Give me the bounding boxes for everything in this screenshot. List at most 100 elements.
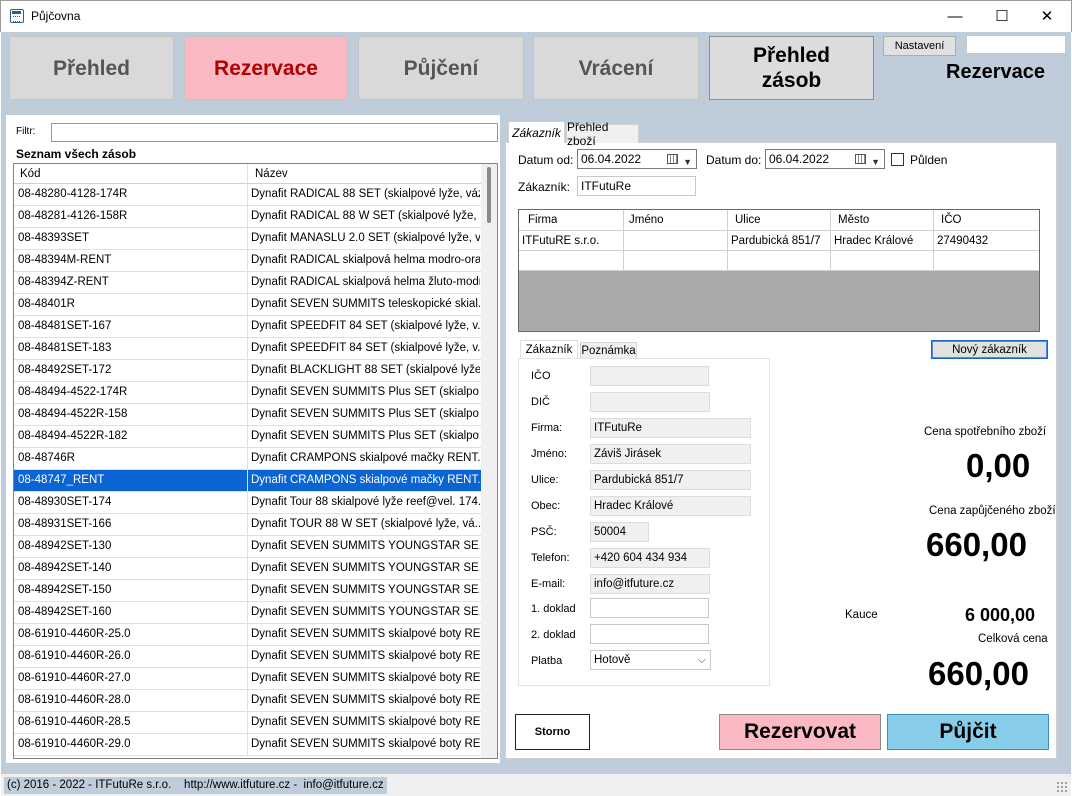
stock-scrollbar[interactable] [481, 164, 497, 758]
nav-vraceni-button[interactable]: Vrácení [533, 36, 699, 100]
stock-code-cell: 08-48942SET-130 [18, 540, 112, 552]
column-header-kod[interactable]: Kód [20, 164, 40, 184]
column-separator [247, 712, 248, 733]
stock-code-cell: 08-48942SET-150 [18, 584, 112, 596]
column-header-jmeno[interactable]: Jméno [629, 210, 664, 230]
nav-pujceni-button[interactable]: Půjčení [358, 36, 524, 100]
customer-cell: ITFutuRe [522, 255, 570, 267]
stock-row[interactable]: 08-48394M-RENT Dynafit RADICAL skialpová … [14, 250, 482, 272]
ulice-field[interactable]: Pardubická 851/7 [590, 470, 751, 490]
stock-code-cell: 08-61910-4460R-28.5 [18, 716, 131, 728]
stock-name-cell: Dynafit CRAMPONS skialpové mačky RENT... [251, 452, 480, 464]
stock-row[interactable]: 08-48494-4522R-182 Dynafit SEVEN SUMMITS … [14, 426, 482, 448]
stock-row[interactable]: 08-61910-4460R-28.5 Dynafit SEVEN SUMMITS… [14, 712, 482, 734]
nav-prehled-zasob-line2: zásob [761, 69, 822, 92]
nav-prehled-button[interactable]: Přehled [9, 36, 174, 100]
column-header-nazev[interactable]: Název [255, 164, 288, 184]
stock-code-cell: 08-48281-4126-158R [18, 210, 128, 222]
ico-field[interactable] [590, 366, 709, 386]
doklad1-input[interactable] [590, 598, 709, 618]
stock-scrollbar-thumb[interactable] [487, 167, 491, 223]
column-separator [247, 164, 248, 183]
stock-row[interactable]: 08-48280-4128-174R Dynafit RADICAL 88 SET… [14, 184, 482, 206]
doklad2-input[interactable] [590, 624, 709, 644]
stock-row[interactable]: 08-48394Z-RENT Dynafit RADICAL skialpová … [14, 272, 482, 294]
psc-field[interactable]: 50004 [590, 522, 649, 542]
column-header-firma[interactable]: Firma [528, 210, 557, 230]
close-button[interactable]: ✕ [1024, 0, 1070, 32]
halfday-checkbox[interactable] [891, 153, 904, 166]
nav-prehled-zasob-button[interactable]: Přehled zásob [709, 36, 874, 100]
column-header-ulice[interactable]: Ulice [735, 210, 761, 230]
stock-row[interactable]: 08-61910-4460R-29.0 Dynafit SEVEN SUMMITS… [14, 734, 482, 756]
stock-row[interactable]: 08-48393SET Dynafit MANASLU 2.0 SET (skia… [14, 228, 482, 250]
resize-grip-icon[interactable] [1056, 781, 1068, 793]
customer-row[interactable]: ITFutuRE s.r.o. Pardubická 851/7 Hradec Kr… [519, 231, 1039, 251]
stock-row[interactable]: 08-48942SET-150 Dynafit SEVEN SUMMITS YOU… [14, 580, 482, 602]
halfday-label: Půlden [910, 153, 948, 167]
stock-row[interactable]: 08-48942SET-160 Dynafit SEVEN SUMMITS YOU… [14, 602, 482, 624]
column-header-ico[interactable]: IČO [941, 210, 961, 230]
nav-rezervace-button[interactable]: Rezervace [184, 36, 348, 100]
customer-row[interactable]: ITFutuRe Záviš Jirásek Pardubická 851/7 Hra… [519, 251, 1039, 271]
stock-row[interactable]: 08-48746R Dynafit CRAMPONS skialpové mačk… [14, 448, 482, 470]
stock-row[interactable]: 08-61910-4460R-25.0 Dynafit SEVEN SUMMITS… [14, 624, 482, 646]
stock-row[interactable]: 08-48931SET-166 Dynafit TOUR 88 W SET (sk… [14, 514, 482, 536]
customer-cell: ITFutuRE s.r.o. [522, 235, 600, 247]
date-from-picker[interactable]: 06.04.2022 ▼ [577, 149, 697, 169]
chevron-down-icon: ▼ [871, 157, 880, 167]
new-customer-button[interactable]: Nový zákazník [931, 340, 1048, 359]
stock-row[interactable]: 08-61910-4460R-28.0 Dynafit SEVEN SUMMITS… [14, 690, 482, 712]
customer-input[interactable]: ITFutuRe [577, 176, 696, 196]
stock-row[interactable]: 08-48481SET-183 Dynafit SPEEDFIT 84 SET (… [14, 338, 482, 360]
column-separator [247, 294, 248, 315]
stock-row[interactable]: 08-48942SET-130 Dynafit SEVEN SUMMITS YOU… [14, 536, 482, 558]
platba-select[interactable]: Hotově ⌵ [590, 650, 711, 670]
jmeno-field[interactable]: Záviš Jirásek [590, 444, 751, 464]
reserve-button[interactable]: Rezervovat [719, 714, 881, 750]
tab-zakaznik[interactable]: Zákazník [508, 121, 565, 143]
stock-row[interactable]: 08-48494-4522-174R Dynafit SEVEN SUMMITS … [14, 382, 482, 404]
stock-name-cell: Dynafit SEVEN SUMMITS skialpové boty RE.… [251, 672, 480, 684]
maximize-button[interactable]: ☐ [979, 0, 1025, 32]
stock-code-cell: 08-48492SET-172 [18, 364, 112, 376]
lend-button[interactable]: Půjčit [887, 714, 1049, 750]
stock-code-cell: 08-48942SET-140 [18, 562, 112, 574]
stock-code-cell: 08-61910-4460R-26.0 [18, 650, 131, 662]
stock-code-cell: 08-48494-4522-174R [18, 386, 128, 398]
stock-row[interactable]: 08-61910-4460R-26.0 Dynafit SEVEN SUMMITS… [14, 646, 482, 668]
settings-button[interactable]: Nastavení [883, 36, 956, 56]
stock-code-cell: 08-48393SET [18, 232, 89, 244]
filter-input[interactable] [51, 123, 498, 142]
column-separator [623, 210, 624, 230]
stock-name-cell: Dynafit SEVEN SUMMITS YOUNGSTAR SE... [251, 562, 480, 574]
stock-row[interactable]: 08-48942SET-140 Dynafit SEVEN SUMMITS YOU… [14, 558, 482, 580]
stock-row[interactable]: 08-61910-4460R-27.0 Dynafit SEVEN SUMMITS… [14, 668, 482, 690]
stock-row[interactable]: 08-48481SET-167 Dynafit SPEEDFIT 84 SET (… [14, 316, 482, 338]
minimize-button[interactable]: — [932, 0, 978, 32]
telefon-field[interactable]: +420 604 434 934 [590, 548, 710, 568]
tab-prehled-zbozi[interactable]: Přehled zboží [566, 120, 639, 148]
stock-row[interactable]: 08-48492SET-172 Dynafit BLACKLIGHT 88 SET… [14, 360, 482, 382]
stock-grid[interactable]: Kód Název 08-48280-4128-174R Dynafit RADI… [13, 163, 498, 759]
dic-field[interactable] [590, 392, 710, 412]
mode-title: Rezervace [946, 61, 1045, 83]
stock-row[interactable]: 08-48401R Dynafit SEVEN SUMMITS teleskopi… [14, 294, 482, 316]
stock-row[interactable]: 08-48930SET-174 Dynafit Tour 88 skialpové… [14, 492, 482, 514]
email-field[interactable]: info@itfuture.cz [590, 574, 710, 594]
column-separator [247, 580, 248, 601]
settings-input[interactable] [966, 35, 1066, 54]
column-separator [933, 251, 934, 270]
stock-row[interactable]: 08-48494-4522R-158 Dynafit SEVEN SUMMITS … [14, 404, 482, 426]
date-to-picker[interactable]: 06.04.2022 ▼ [765, 149, 885, 169]
cancel-button[interactable]: Storno [515, 714, 590, 750]
subtab-zakaznik[interactable]: Zákazník [520, 340, 578, 359]
firma-field[interactable]: ITFutuRe [590, 418, 751, 438]
obec-field[interactable]: Hradec Králové [590, 496, 751, 516]
column-header-mesto[interactable]: Město [838, 210, 869, 230]
customer-grid[interactable]: Firma Jméno Ulice Město IČO ITFutuRE s.r… [518, 209, 1040, 332]
stock-row[interactable]: 08-48281-4126-158R Dynafit RADICAL 88 W S… [14, 206, 482, 228]
chevron-down-icon: ▼ [683, 157, 692, 167]
stock-row[interactable]: 08-48747_RENT Dynafit CRAMPONS skialpové … [14, 470, 482, 492]
subtab-poznamka[interactable]: Poznámka [580, 342, 637, 359]
